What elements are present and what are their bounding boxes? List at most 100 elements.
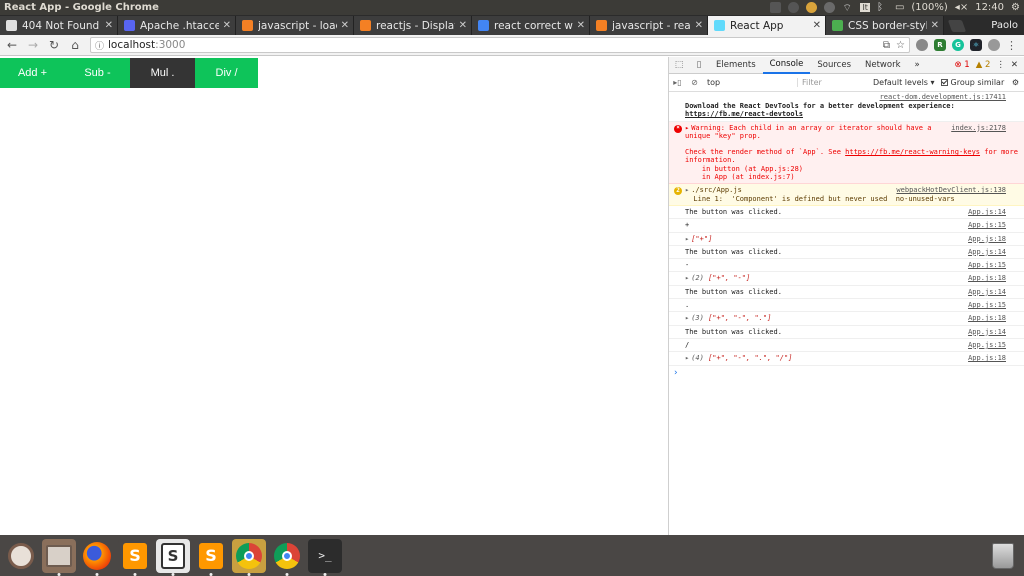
browser-tab[interactable]: React App ✕ bbox=[708, 16, 826, 35]
close-tab-icon[interactable]: ✕ bbox=[105, 20, 113, 31]
add-button[interactable]: Add + bbox=[0, 58, 65, 88]
log-source-link[interactable]: App.js:14 bbox=[968, 328, 1006, 336]
expand-arrow-icon[interactable]: ▸ bbox=[685, 124, 689, 132]
sublime-icon[interactable]: S bbox=[194, 538, 228, 576]
inspect-element-icon[interactable]: ⬚ bbox=[669, 60, 689, 70]
close-tab-icon[interactable]: ✕ bbox=[223, 20, 231, 31]
home-icon[interactable]: ⌂ bbox=[66, 36, 84, 54]
log-source-link[interactable]: App.js:18 bbox=[968, 274, 1006, 282]
devtools-close-icon[interactable]: ✕ bbox=[1011, 60, 1018, 70]
bookmark-star-icon[interactable]: ☆ bbox=[896, 40, 905, 51]
error-count-badge[interactable]: ⊗ 1 bbox=[954, 60, 969, 70]
forward-icon[interactable]: → bbox=[24, 36, 42, 54]
browser-tab[interactable]: javascript - react n ✕ bbox=[590, 16, 708, 35]
expand-arrow-icon[interactable]: ▸ bbox=[685, 354, 689, 362]
close-tab-icon[interactable]: ✕ bbox=[341, 20, 349, 31]
close-tab-icon[interactable]: ✕ bbox=[931, 20, 939, 31]
translate-icon[interactable]: ⧉ bbox=[883, 40, 890, 51]
log-source-link[interactable]: App.js:15 bbox=[968, 341, 1006, 349]
browser-tab[interactable]: javascript - loading ✕ bbox=[236, 16, 354, 35]
sync-icon[interactable] bbox=[788, 2, 800, 13]
console-settings-icon[interactable]: ⚙ bbox=[1012, 78, 1024, 87]
back-icon[interactable]: ← bbox=[3, 36, 21, 54]
console-prompt[interactable]: › bbox=[669, 366, 1024, 380]
message-source-link[interactable]: react-dom.development.js:17411 bbox=[880, 93, 1006, 101]
console-filter-input[interactable]: Filter bbox=[797, 78, 867, 87]
dropbox-icon[interactable] bbox=[770, 2, 782, 13]
log-source-link[interactable]: App.js:14 bbox=[968, 288, 1006, 296]
chrome-tray-icon[interactable] bbox=[806, 2, 818, 13]
message-source-link[interactable]: index.js:2178 bbox=[951, 124, 1006, 132]
expand-arrow-icon[interactable]: ▸ bbox=[685, 314, 689, 322]
address-bar[interactable]: ⓘ localhost:3000 ⧉ ☆ bbox=[90, 37, 910, 53]
ubuntu-icon[interactable] bbox=[4, 539, 38, 573]
tab-sources[interactable]: Sources bbox=[810, 57, 858, 74]
div-button[interactable]: Div / bbox=[195, 58, 258, 88]
battery-icon[interactable]: ▭ bbox=[895, 2, 904, 13]
new-tab-button[interactable] bbox=[947, 20, 967, 32]
log-source-link[interactable]: App.js:18 bbox=[968, 354, 1006, 362]
log-array[interactable]: ["+", "-"] bbox=[708, 274, 750, 282]
power-icon[interactable]: ⚙ bbox=[1011, 2, 1020, 13]
tab-console[interactable]: Console bbox=[762, 57, 811, 74]
log-source-link[interactable]: App.js:14 bbox=[968, 248, 1006, 256]
console-sidebar-icon[interactable]: ▸▯ bbox=[669, 78, 686, 87]
clear-console-icon[interactable]: ⊘ bbox=[686, 78, 703, 87]
log-source-link[interactable]: App.js:14 bbox=[968, 208, 1006, 216]
slack-icon[interactable]: S bbox=[156, 538, 190, 576]
chrome-menu-icon[interactable]: ⋮ bbox=[1006, 39, 1017, 52]
log-source-link[interactable]: App.js:15 bbox=[968, 261, 1006, 269]
settings-tray-icon[interactable] bbox=[824, 2, 836, 13]
close-tab-icon[interactable]: ✕ bbox=[577, 20, 585, 31]
trash-icon[interactable] bbox=[986, 539, 1020, 573]
files-icon[interactable] bbox=[42, 538, 76, 576]
close-tab-icon[interactable]: ✕ bbox=[459, 20, 467, 31]
message-source-link[interactable]: webpackHotDevClient.js:138 bbox=[896, 186, 1006, 194]
tab-network[interactable]: Network bbox=[858, 57, 908, 74]
log-source-link[interactable]: App.js:15 bbox=[968, 301, 1006, 309]
expand-arrow-icon[interactable]: ▸ bbox=[685, 274, 689, 282]
chrome-icon[interactable] bbox=[232, 538, 266, 576]
sublime-icon[interactable]: S bbox=[118, 538, 152, 576]
sub-button[interactable]: Sub - bbox=[65, 58, 130, 88]
extension-grammarly-icon[interactable]: G bbox=[952, 39, 964, 51]
keyboard-layout[interactable]: It bbox=[860, 3, 870, 12]
group-similar-checkbox[interactable] bbox=[940, 79, 948, 86]
close-tab-icon[interactable]: ✕ bbox=[695, 20, 703, 31]
browser-tab[interactable]: 404 Not Found ✕ bbox=[0, 16, 118, 35]
group-similar-toggle[interactable]: Group similar bbox=[940, 78, 1004, 87]
extension-r-icon[interactable]: R bbox=[934, 39, 946, 51]
log-array[interactable]: ["+"] bbox=[691, 235, 712, 243]
expand-arrow-icon[interactable]: ▸ bbox=[685, 186, 689, 194]
chrome-icon[interactable] bbox=[270, 538, 304, 576]
browser-tab[interactable]: react correct way t ✕ bbox=[472, 16, 590, 35]
devtools-menu-icon[interactable]: ⋮ bbox=[996, 60, 1005, 70]
more-tabs-icon[interactable]: » bbox=[908, 57, 927, 74]
react-devtools-link[interactable]: https://fb.me/react-devtools bbox=[685, 110, 803, 118]
warning-count-badge[interactable]: ▲ 2 bbox=[976, 60, 991, 70]
device-toolbar-icon[interactable]: ▯ bbox=[689, 60, 709, 70]
warning-keys-link[interactable]: https://fb.me/react-warning-keys bbox=[845, 148, 980, 156]
extension-circle-icon[interactable] bbox=[916, 39, 928, 51]
close-tab-icon[interactable]: ✕ bbox=[813, 20, 821, 31]
bluetooth-icon[interactable]: ᛒ bbox=[877, 2, 888, 13]
log-array[interactable]: ["+", "-", "."] bbox=[708, 314, 771, 322]
browser-tab[interactable]: CSS border-style p ✕ bbox=[826, 16, 944, 35]
extension-react-icon[interactable]: ⚛ bbox=[970, 39, 982, 51]
log-array[interactable]: ["+", "-", ".", "/"] bbox=[708, 354, 792, 362]
info-icon[interactable]: ⓘ bbox=[95, 39, 104, 52]
expand-arrow-icon[interactable]: ▸ bbox=[685, 235, 689, 243]
wifi-icon[interactable]: ⌔ bbox=[842, 2, 853, 14]
clock[interactable]: 12:40 bbox=[975, 2, 1004, 13]
volume-icon[interactable]: ◂× bbox=[955, 2, 968, 13]
context-selector[interactable]: top bbox=[707, 78, 797, 87]
log-source-link[interactable]: App.js:15 bbox=[968, 221, 1006, 229]
tab-elements[interactable]: Elements bbox=[709, 57, 763, 74]
terminal-icon[interactable]: >_ bbox=[308, 538, 342, 576]
log-source-link[interactable]: App.js:18 bbox=[968, 235, 1006, 243]
extension-ghost-icon[interactable] bbox=[988, 39, 1000, 51]
browser-tab[interactable]: Apache .htaccess r ✕ bbox=[118, 16, 236, 35]
browser-tab[interactable]: reactjs - Display co ✕ bbox=[354, 16, 472, 35]
log-source-link[interactable]: App.js:18 bbox=[968, 314, 1006, 322]
firefox-icon[interactable] bbox=[80, 539, 114, 576]
